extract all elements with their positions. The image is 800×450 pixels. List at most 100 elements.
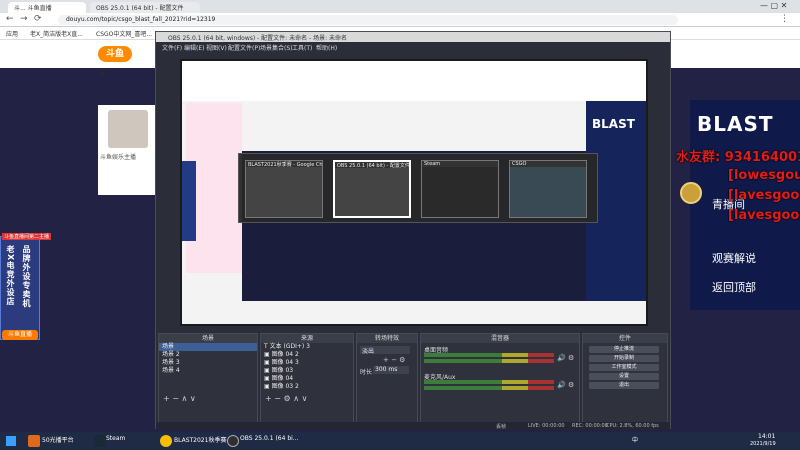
taskbar-item[interactable]: OBS 25.0.1 (64 bi...: [240, 435, 299, 442]
alt-tab-switcher: BLAST2021秋季赛 - Google Chrome OBS 25.0.1 …: [238, 153, 598, 223]
live-time: LIVE: 00:00:00: [528, 423, 565, 429]
preview-site-header: [182, 61, 646, 101]
mixer-dock: 混音器 桌面音频 🔊 ⚙ 麦克风/Aux 🔊 ⚙: [420, 333, 580, 427]
taskbar-item[interactable]: 50光播平台: [42, 435, 74, 444]
url-input[interactable]: douyu.com/topic/csgo_blast_fall_2021?rid…: [58, 15, 678, 25]
preview-blast-logo: BLAST: [592, 117, 635, 131]
bookmark-apps[interactable]: 应用: [6, 29, 18, 38]
switcher-window[interactable]: CSGO: [509, 160, 587, 218]
obs-icon: [227, 435, 239, 447]
rec-time: REC: 00:00:00: [572, 423, 608, 429]
switcher-window[interactable]: BLAST2021秋季赛 - Google Chrome: [245, 160, 323, 218]
scene-item[interactable]: 场景 2: [159, 351, 257, 359]
blast-logo: BLAST: [697, 112, 774, 136]
window-controls[interactable]: — ▢ ✕: [760, 1, 800, 12]
duration-input[interactable]: 300 ms: [373, 366, 409, 374]
forward-icon[interactable]: →: [20, 14, 28, 24]
danmaku-text: [lowesgouu]: [728, 168, 800, 183]
danmaku-text: 水友群: 934164001: [676, 150, 800, 165]
switcher-window[interactable]: Steam: [421, 160, 499, 218]
clock-date[interactable]: 2021/9/19: [750, 441, 776, 447]
scene-item[interactable]: 场景 3: [159, 359, 257, 367]
ime-indicator[interactable]: 中: [632, 435, 638, 444]
tab-obs[interactable]: OBS 25.0.1 (64 bit) - 配置文件: [90, 2, 200, 13]
obs-status-bar: 丢帧 LIVE: 00:00:00 REC: 00:00:00 CPU: 2.8…: [156, 422, 670, 430]
menu-scene-collection[interactable]: 场景集合(S): [260, 43, 293, 52]
sources-dock-title: 来源: [261, 334, 353, 343]
mic-audio-meter: [424, 386, 554, 390]
menu-profile[interactable]: 配置文件(P): [228, 43, 260, 52]
sources-dock: 来源 T 文本 (GDI+) 3 ▣ 图像 04 2 ▣ 图像 04 3 ▣ 图…: [260, 333, 354, 427]
danmaku-text: [lavesgoou]: [728, 188, 800, 203]
mixer-dock-title: 混音器: [421, 334, 579, 343]
desktop-audio-meter: [424, 353, 554, 357]
streamer-badge: 斗鱼娱乐主播: [100, 154, 137, 161]
menu-file[interactable]: 文件(F): [162, 43, 182, 52]
clock-time[interactable]: 14:01: [758, 433, 775, 440]
transition-add-remove[interactable]: + − ⚙: [383, 356, 405, 364]
chrome-icon: [160, 435, 172, 447]
taskbar-item[interactable]: BLAST2021秋季赛...: [174, 435, 232, 444]
gift-coin-icon: [680, 182, 702, 204]
studio-mode-button[interactable]: 工作室模式: [589, 364, 659, 371]
duration-label: 时长: [360, 369, 373, 376]
transition-dock: 转场特效 淡出 + − ⚙ 时长 300 ms: [356, 333, 418, 427]
obs-menu-bar: 文件(F) 编辑(E) 视图(V) 配置文件(P) 场景集合(S) 工具(T) …: [156, 42, 670, 52]
start-icon[interactable]: [6, 436, 16, 446]
menu-help[interactable]: 帮助(H): [316, 43, 337, 52]
obs-window: OBS 25.0.1 (64 bit, windows) - 配置文件: 未命名…: [155, 31, 671, 430]
settings-button[interactable]: 设置: [589, 373, 659, 380]
menu-tools[interactable]: 工具(T): [292, 43, 312, 52]
controls-dock-title: 控件: [583, 334, 667, 343]
menu-edit[interactable]: 编辑(E): [184, 43, 204, 52]
back-icon[interactable]: ←: [6, 14, 14, 24]
address-bar-row: ← → ⟳ douyu.com/topic/csgo_blast_fall_20…: [0, 13, 800, 27]
controls-dock: 控件 停止推流 开始录制 工作室模式 设置 退出: [582, 333, 668, 427]
streamer-avatar[interactable]: [108, 110, 148, 148]
start-recording-button[interactable]: 开始录制: [589, 355, 659, 362]
preview-left-ad: [182, 161, 196, 241]
cpu-fps: CPU: 2.8%, 60.00 fps: [606, 423, 659, 429]
app-icon: [28, 435, 40, 447]
scene-controls-icon[interactable]: + − ∧ ∨: [163, 394, 196, 403]
scene-item[interactable]: 场景 4: [159, 367, 257, 375]
scenes-dock-title: 场景: [159, 334, 257, 343]
left-ad-button[interactable]: 斗鱼直播: [2, 330, 38, 340]
left-ad-col2: 品牌外设专卖机: [22, 245, 31, 308]
steam-icon: [94, 435, 106, 447]
mic-volume-icon[interactable]: 🔊 ⚙: [557, 381, 574, 389]
danmaku-text: [lavesgoou]: [728, 208, 800, 223]
windows-taskbar: 50光播平台 Steam BLAST2021秋季赛... OBS 25.0.1 …: [0, 432, 800, 450]
source-controls-icon[interactable]: + − ⚙ ∧ ∨: [265, 394, 307, 403]
source-item[interactable]: T 文本 (GDI+) 3: [261, 343, 353, 351]
volume-icon[interactable]: 🔊 ⚙: [557, 354, 574, 362]
obs-preview[interactable]: BLAST BLAST2021秋季赛 - Google Chrome OBS 2…: [180, 59, 648, 326]
taskbar-item[interactable]: Steam: [106, 435, 125, 442]
switcher-window[interactable]: OBS 25.0.1 (64 bit) - 配置文件: [333, 160, 411, 218]
bookmark-csgo[interactable]: CSGO中文网_喜吧...: [96, 29, 152, 38]
left-ad-banner[interactable]: 老X电竞外设店 品牌外设专卖机: [0, 236, 40, 340]
fan-count: 9: [100, 70, 104, 77]
reload-icon[interactable]: ⟳: [34, 14, 42, 24]
douyu-logo[interactable]: 斗鱼: [98, 46, 132, 62]
bookmark-laox[interactable]: 老X_简洁版老X直...: [30, 29, 83, 38]
transition-dock-title: 转场特效: [357, 334, 417, 343]
scene-item[interactable]: 场景: [159, 343, 257, 351]
tab-douyu[interactable]: 斗... 斗鱼直播: [8, 2, 86, 13]
mic-audio-meter: [424, 380, 554, 384]
desktop-audio-meter: [424, 359, 554, 363]
left-ad-badge: 斗鱼直播间第二主播: [2, 233, 52, 240]
source-item[interactable]: ▣ 图像 03: [261, 367, 353, 375]
source-item[interactable]: ▣ 图像 04 2: [261, 351, 353, 359]
stop-streaming-button[interactable]: 停止推流: [589, 346, 659, 353]
menu-view[interactable]: 视图(V): [206, 43, 227, 52]
right-button-guansai[interactable]: 观赛解说: [712, 250, 756, 266]
source-item[interactable]: ▣ 图像 03 2: [261, 383, 353, 391]
scenes-dock: 场景 场景 场景 2 场景 3 场景 4 + − ∧ ∨: [158, 333, 258, 427]
source-item[interactable]: ▣ 图像 04: [261, 375, 353, 383]
menu-icon[interactable]: ⋮: [780, 14, 789, 24]
transition-select[interactable]: 淡出: [360, 346, 410, 355]
exit-button[interactable]: 退出: [589, 382, 659, 389]
back-to-top-button[interactable]: 返回顶部: [712, 279, 756, 295]
source-item[interactable]: ▣ 图像 04 3: [261, 359, 353, 367]
